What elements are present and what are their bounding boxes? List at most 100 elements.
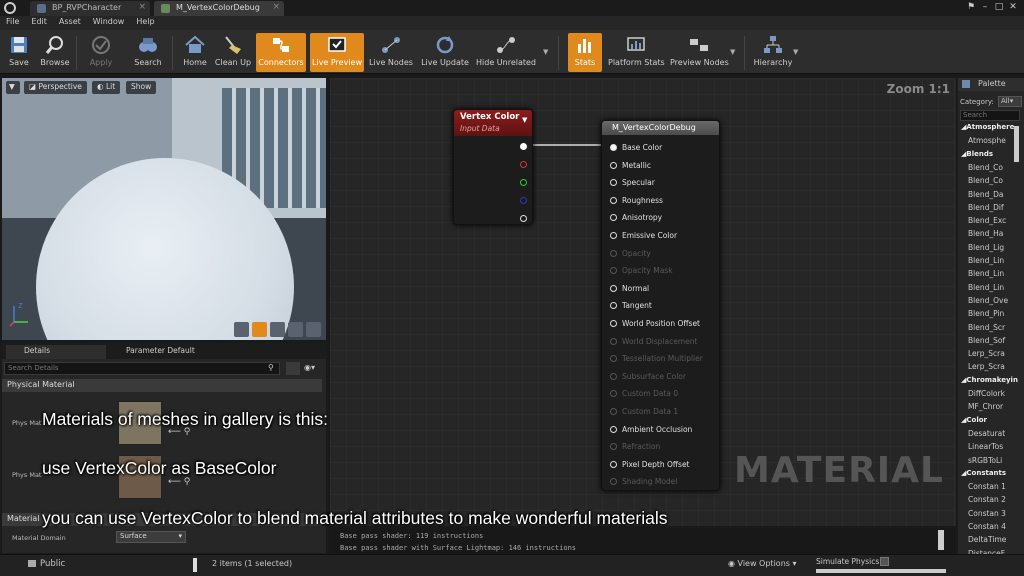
- palette-item[interactable]: Blend_Lin: [968, 269, 1004, 278]
- input-pin-shading-model[interactable]: [610, 478, 617, 486]
- palette-item[interactable]: LinearTos: [968, 442, 1003, 451]
- menu-asset[interactable]: Asset: [53, 16, 87, 26]
- status-slider[interactable]: [816, 569, 946, 573]
- search-button[interactable]: Search: [132, 33, 164, 72]
- close-icon[interactable]: ×: [138, 2, 146, 12]
- platform-stats-button[interactable]: Platform Stats: [608, 33, 665, 72]
- palette-item[interactable]: Blend_Scr: [968, 323, 1005, 332]
- palette-category[interactable]: ◢Color: [961, 416, 987, 424]
- live-update-button[interactable]: Live Update: [420, 33, 470, 72]
- stats-button[interactable]: Stats: [568, 33, 602, 72]
- menu-file[interactable]: File: [0, 16, 25, 26]
- palette-item[interactable]: Lerp_Scra: [968, 362, 1005, 371]
- input-pin-tessellation-multiplier[interactable]: [610, 355, 617, 363]
- output-pin-r[interactable]: [520, 161, 527, 168]
- palette-item[interactable]: Lerp_Scra: [968, 349, 1005, 358]
- palette-item[interactable]: Constan 2: [968, 495, 1006, 504]
- public-folder-label[interactable]: Public: [40, 559, 65, 569]
- apply-button[interactable]: Apply: [86, 33, 116, 72]
- material-result-node[interactable]: M_VertexColorDebug Base Color Metallic Spe…: [601, 120, 720, 491]
- save-button[interactable]: Save: [4, 33, 34, 72]
- palette-item[interactable]: Blend_Exc: [968, 216, 1006, 225]
- palette-item[interactable]: Blend_Co: [968, 176, 1003, 185]
- close-icon[interactable]: ×: [272, 2, 280, 12]
- input-pin-world-displacement[interactable]: [610, 337, 617, 345]
- collapse-icon[interactable]: ▼: [522, 116, 527, 124]
- palette-item[interactable]: sRGBToLi: [968, 456, 1002, 465]
- palette-item[interactable]: Constan 3: [968, 509, 1006, 518]
- preview-viewport[interactable]: ▼ ◪ Perspective ◐ Lit Show Z: [2, 78, 326, 340]
- input-pin-opacity-mask[interactable]: [610, 267, 617, 275]
- simulate-physics-checkbox[interactable]: [880, 557, 889, 566]
- input-pin-pixel-depth-offset[interactable]: [610, 460, 617, 468]
- maximize-icon[interactable]: □: [992, 2, 1006, 12]
- input-pin-roughness[interactable]: [610, 196, 617, 204]
- input-pin-tangent[interactable]: [610, 302, 617, 310]
- show-button[interactable]: Show: [126, 81, 157, 94]
- input-pin-anisotropy[interactable]: [610, 214, 617, 222]
- perspective-button[interactable]: ◪ Perspective: [24, 81, 87, 94]
- palette-item[interactable]: DeltaTime: [968, 535, 1006, 544]
- minimize-icon[interactable]: –: [978, 2, 992, 12]
- tab-bp-rvpcharacter[interactable]: BP_RVPCharacter ×: [30, 1, 150, 16]
- palette-item[interactable]: Blend_Co: [968, 163, 1003, 172]
- browse-button[interactable]: Browse: [38, 33, 72, 72]
- input-pin-opacity[interactable]: [610, 249, 617, 257]
- clean-up-button[interactable]: Clean Up: [214, 33, 252, 72]
- palette-item[interactable]: Desaturat: [968, 429, 1005, 438]
- palette-item[interactable]: Constan 1: [968, 482, 1006, 491]
- input-pin-subsurface-color[interactable]: [610, 372, 617, 380]
- palette-item[interactable]: Blend_Lin: [968, 283, 1004, 292]
- preview-nodes-dropdown-icon[interactable]: ▼: [730, 48, 735, 56]
- tab-m-vertexcolordebug[interactable]: M_VertexColorDebug ×: [154, 1, 284, 16]
- input-pin-ambient-occlusion[interactable]: [610, 425, 617, 433]
- category-select[interactable]: All▾: [998, 96, 1022, 107]
- viewport-menu-button[interactable]: ▼: [6, 81, 20, 94]
- palette-item[interactable]: Blend_Sof: [968, 336, 1005, 345]
- connectors-button[interactable]: Connectors: [256, 33, 306, 72]
- section-physical-material[interactable]: Physical Material: [2, 379, 322, 392]
- output-pin-a[interactable]: [520, 215, 527, 222]
- menu-help[interactable]: Help: [130, 16, 160, 26]
- input-pin-custom-data-1[interactable]: [610, 408, 617, 415]
- menu-edit[interactable]: Edit: [25, 16, 53, 26]
- hide-unrelated-button[interactable]: Hide Unrelated: [476, 33, 536, 72]
- preview-mesh-icon[interactable]: [306, 322, 321, 337]
- palette-item[interactable]: Blend_Dif: [968, 203, 1004, 212]
- palette-item[interactable]: Blend_Pin: [968, 309, 1004, 318]
- visibility-icon[interactable]: ◉▾: [304, 363, 315, 372]
- input-pin-emissive-color[interactable]: [610, 232, 617, 239]
- palette-item[interactable]: Blend_Ha: [968, 229, 1003, 238]
- unreal-logo-icon[interactable]: [4, 2, 16, 14]
- close-window-icon[interactable]: ✕: [1006, 2, 1020, 12]
- palette-item[interactable]: Atmosphe: [968, 136, 1006, 145]
- vertex-color-node[interactable]: Vertex Color Input Data ▼: [453, 109, 533, 225]
- palette-category[interactable]: ◢Chromakeyin: [961, 376, 1018, 384]
- palette-item[interactable]: Blend_Ove: [968, 296, 1008, 305]
- input-pin-base-color[interactable]: [610, 144, 617, 151]
- preview-nodes-button[interactable]: Preview Nodes: [670, 33, 729, 72]
- palette-category[interactable]: ◢Atmosphere: [961, 123, 1014, 131]
- preview-cylinder-icon[interactable]: [234, 322, 249, 337]
- output-pin-b[interactable]: [520, 197, 527, 204]
- home-button[interactable]: Home: [180, 33, 210, 72]
- palette-item[interactable]: DiffColork: [968, 389, 1005, 398]
- menu-window[interactable]: Window: [87, 16, 131, 26]
- input-pin-normal[interactable]: [610, 284, 617, 292]
- palette-item[interactable]: Blend_Lig: [968, 243, 1004, 252]
- tab-details[interactable]: Details: [6, 345, 106, 359]
- palette-tab[interactable]: Palette: [958, 78, 1024, 91]
- input-pin-specular[interactable]: [610, 179, 617, 187]
- view-options-button[interactable]: ◉ View Options ▾: [728, 559, 797, 568]
- output-pin-g[interactable]: [520, 179, 527, 186]
- palette-item[interactable]: Blend_Lin: [968, 256, 1004, 265]
- preview-sphere-icon[interactable]: [252, 322, 267, 337]
- input-pin-refraction[interactable]: [610, 443, 617, 451]
- preview-cube-icon[interactable]: [288, 322, 303, 337]
- palette-item[interactable]: MF_Chror: [968, 402, 1003, 411]
- input-pin-world-position-offset[interactable]: [610, 320, 617, 327]
- palette-item[interactable]: Blend_Da: [968, 190, 1003, 199]
- hierarchy-button[interactable]: Hierarchy: [752, 33, 794, 72]
- lit-button[interactable]: ◐ Lit: [92, 81, 121, 94]
- palette-category[interactable]: ◢Constants: [961, 469, 1006, 477]
